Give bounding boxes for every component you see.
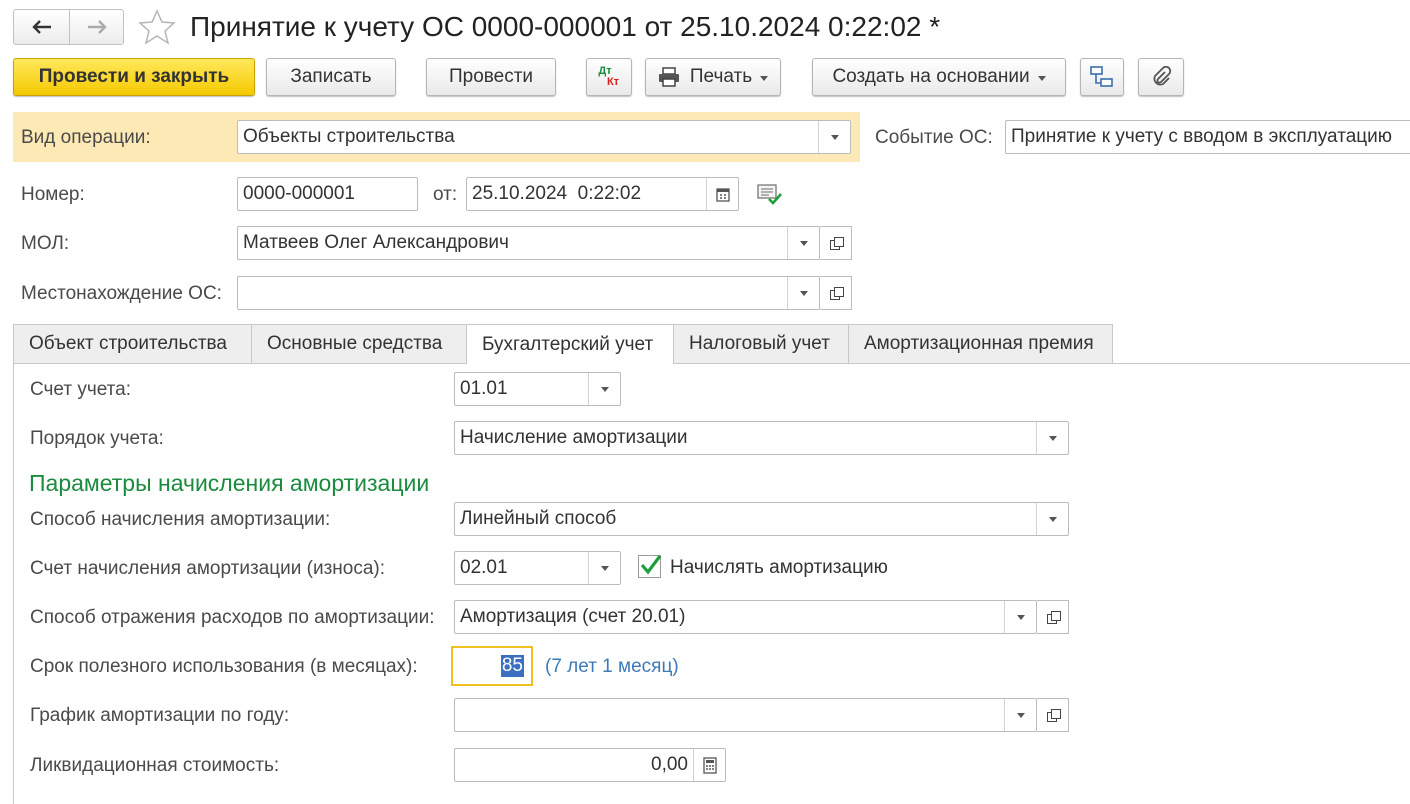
print-dropdown-icon <box>760 75 769 81</box>
back-button[interactable] <box>14 10 70 44</box>
document-check-icon[interactable] <box>757 184 783 212</box>
dep-account-select[interactable]: 02.01 <box>454 551 621 585</box>
mol-select[interactable]: Матвеев Олег Александрович <box>237 226 820 260</box>
number-value: 0000-000001 <box>243 183 355 204</box>
location-label: Местонахождение ОС: <box>21 283 222 304</box>
account-dropdown-icon[interactable] <box>588 373 620 405</box>
mol-dropdown-icon[interactable] <box>787 227 819 259</box>
tab-tax-accounting[interactable]: Налоговый учет <box>673 324 849 363</box>
arrow-left-icon <box>31 20 51 34</box>
expense-label: Способ отражения расходов по амортизации… <box>30 607 435 628</box>
favorite-star-icon[interactable] <box>138 9 176 51</box>
order-select[interactable]: Начисление амортизации <box>454 421 1069 455</box>
operation-select[interactable]: Объекты строительства <box>237 120 851 154</box>
tab-depreciation-bonus[interactable]: Амортизационная премия <box>848 324 1113 363</box>
location-select[interactable] <box>237 276 820 310</box>
liquidation-input[interactable]: 0,00 <box>454 748 726 782</box>
mol-value: Матвеев Олег Александрович <box>243 232 509 253</box>
mol-open-button[interactable] <box>820 226 852 260</box>
create-based-on-label: Создать на основании <box>832 66 1030 87</box>
expense-value: Амортизация (счет 20.01) <box>460 606 686 627</box>
dep-account-dropdown-icon[interactable] <box>588 552 620 584</box>
nav-buttons <box>13 9 124 45</box>
operation-label: Вид операции: <box>21 127 151 148</box>
accrue-checkbox-label[interactable]: Начислять амортизацию <box>670 556 888 580</box>
schedule-select[interactable] <box>454 698 1037 732</box>
create-dropdown-icon <box>1037 75 1046 81</box>
calculator-icon[interactable] <box>693 749 725 781</box>
structure-button[interactable] <box>1080 58 1124 96</box>
tab-accounting[interactable]: Бухгалтерский учет <box>466 324 674 364</box>
location-open-button[interactable] <box>820 276 852 310</box>
arrow-right-icon <box>87 20 107 34</box>
location-dropdown-icon[interactable] <box>787 277 819 309</box>
account-label: Счет учета: <box>30 379 131 400</box>
window-title: Принятие к учету ОС 0000-000001 от 25.10… <box>190 11 941 42</box>
life-hint[interactable]: (7 лет 1 месяц) <box>545 655 679 679</box>
attach-button[interactable] <box>1138 58 1184 96</box>
life-label: Срок полезного использования (в месяцах)… <box>30 656 418 677</box>
expense-open-button[interactable] <box>1037 600 1069 634</box>
order-dropdown-icon[interactable] <box>1036 422 1068 454</box>
schedule-open-button[interactable] <box>1037 698 1069 732</box>
expense-select[interactable]: Амортизация (счет 20.01) <box>454 600 1037 634</box>
open-icon <box>1046 709 1061 722</box>
open-icon <box>829 287 844 300</box>
operation-dropdown-icon[interactable] <box>818 121 850 153</box>
checkmark-icon <box>640 555 662 575</box>
dt-kt-button[interactable]: Дт Кт <box>586 58 632 96</box>
dep-account-label: Счет начисления амортизации (износа): <box>30 558 386 579</box>
post-and-close-button[interactable]: Провести и закрыть <box>13 58 255 96</box>
expense-dropdown-icon[interactable] <box>1004 601 1036 633</box>
liquidation-value: 0,00 <box>651 754 688 775</box>
tab-construction-object[interactable]: Объект строительства <box>13 324 252 363</box>
order-label: Порядок учета: <box>30 428 164 449</box>
event-label: Событие ОС: <box>875 127 993 148</box>
open-icon <box>1046 611 1061 624</box>
post-button[interactable]: Провести <box>426 58 556 96</box>
account-select[interactable]: 01.01 <box>454 372 621 406</box>
date-value: 25.10.2024 0:22:02 <box>472 183 642 204</box>
event-field[interactable]: Принятие к учету с вводом в эксплуатацию <box>1005 120 1410 154</box>
open-icon <box>829 237 844 250</box>
create-based-on-button[interactable]: Создать на основании <box>812 58 1066 96</box>
tab-fixed-assets[interactable]: Основные средства <box>251 324 467 363</box>
method-dropdown-icon[interactable] <box>1036 503 1068 535</box>
method-value: Линейный способ <box>460 508 617 529</box>
print-button[interactable]: Печать <box>645 58 781 96</box>
forward-button[interactable] <box>70 10 123 44</box>
method-label: Способ начисления амортизации: <box>30 509 331 530</box>
section-title: Параметры начисления амортизации <box>29 470 430 496</box>
save-button[interactable]: Записать <box>266 58 396 96</box>
life-input[interactable]: 85 <box>451 646 533 686</box>
operation-value: Объекты строительства <box>243 126 455 147</box>
mol-label: МОЛ: <box>21 233 70 254</box>
calendar-icon[interactable] <box>706 178 738 210</box>
liquidation-label: Ликвидационная стоимость: <box>30 755 280 776</box>
account-value: 01.01 <box>460 378 508 399</box>
dep-account-value: 02.01 <box>460 557 508 578</box>
structure-icon <box>1090 66 1113 87</box>
paperclip-icon <box>1153 66 1172 86</box>
order-value: Начисление амортизации <box>460 427 688 448</box>
kt-label: Кт <box>606 76 620 88</box>
printer-icon <box>658 67 679 87</box>
life-value: 85 <box>500 655 524 677</box>
method-select[interactable]: Линейный способ <box>454 502 1069 536</box>
number-input[interactable]: 0000-000001 <box>237 177 418 211</box>
event-value: Принятие к учету с вводом в эксплуатацию <box>1011 126 1393 147</box>
date-input[interactable]: 25.10.2024 0:22:02 <box>466 177 739 211</box>
schedule-label: График амортизации по году: <box>30 705 290 726</box>
date-label: от: <box>433 184 458 205</box>
number-label: Номер: <box>21 184 85 205</box>
schedule-dropdown-icon[interactable] <box>1004 699 1036 731</box>
print-label: Печать <box>689 66 753 87</box>
accrue-checkbox[interactable] <box>638 555 662 578</box>
